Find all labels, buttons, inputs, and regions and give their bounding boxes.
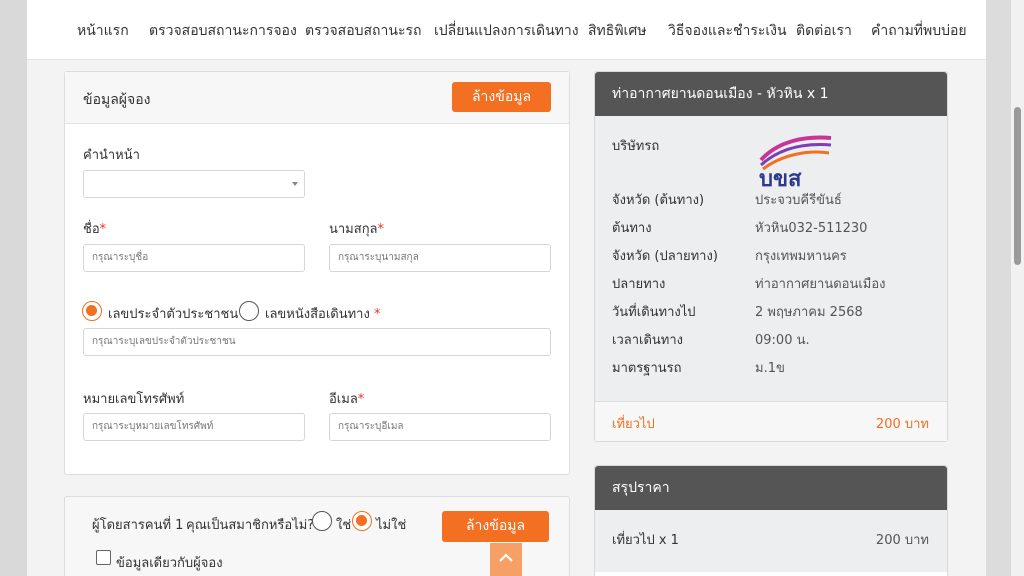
bus-company-logo: บขส (759, 135, 832, 188)
phone-input[interactable]: กรุณาระบุหมายเลขโทรศัพท์ (83, 413, 305, 441)
passport-label: เลขหนังสือเดินทาง * (265, 307, 381, 322)
prefix-label: คำนำหน้า (83, 148, 140, 163)
summary-line-label: เที่ยวไป x 1 (612, 533, 679, 548)
nav-faq[interactable]: คำถามที่พบบ่อย (871, 20, 967, 42)
company-label: บริษัทรถ (612, 139, 660, 154)
trip-details: บริษัทรถ บขส จังหวัด (ต้นทาง) ประจวบคีรี… (595, 116, 947, 401)
trip-info-card: ท่าอากาศยานดอนเมือง - หัวหิน x 1 บริษัทร… (594, 71, 948, 442)
member-question: คุณเป็นสมาชิกหรือไม่? (186, 518, 315, 533)
passport-radio[interactable] (239, 301, 259, 321)
trip-price-row: เที่ยวไป 200 บาท (595, 401, 947, 441)
outbound-price: 200 บาท (875, 417, 929, 432)
lastname-label: นามสกุล* (329, 222, 385, 237)
top-navbar: หน้าแรก ตรวจสอบสถานะการจอง ตรวจสอบสถานะร… (27, 0, 986, 60)
trip-row-value: ม.1ข (755, 361, 785, 376)
trip-row-key: ปลายทาง (612, 277, 666, 292)
trip-row-value: ท่าอากาศยานดอนเมือง (755, 277, 886, 292)
nav-how-to-book[interactable]: วิธีจองและชำระเงิน (668, 20, 787, 42)
email-label: อีเมล* (329, 392, 365, 407)
summary-title: สรุปราคา (595, 466, 947, 510)
chevron-down-icon (292, 182, 298, 186)
logo-text: บขส (759, 167, 802, 188)
same-as-booker-checkbox[interactable] (96, 550, 111, 565)
page: หน้าแรก ตรวจสอบสถานะการจอง ตรวจสอบสถานะร… (27, 0, 986, 576)
trip-row-key: ต้นทาง (612, 221, 652, 236)
booker-clear-button[interactable]: ล้างข้อมูล (452, 82, 551, 112)
price-summary-card: สรุปราคา เที่ยวไป x 1 200 บาท (594, 465, 948, 576)
scroll-top-button[interactable] (490, 543, 522, 576)
nav-contact[interactable]: ติดต่อเรา (796, 20, 852, 42)
nav-booking-status[interactable]: ตรวจสอบสถานะการจอง (149, 20, 297, 42)
id-number-input[interactable]: กรุณาระบุเลขประจำตัวประชาชน (83, 328, 551, 356)
page-background-left (0, 0, 27, 576)
nav-home[interactable]: หน้าแรก (77, 20, 129, 42)
firstname-input[interactable]: กรุณาระบุชื่อ (83, 244, 305, 272)
passenger-title: ผู้โดยสารคนที่ 1 (92, 518, 184, 533)
summary-line-price: 200 บาท (875, 533, 929, 548)
trip-row-value: หัวหิน032-511230 (755, 221, 868, 236)
nav-change-trip[interactable]: เปลี่ยนแปลงการเดินทาง (434, 20, 579, 42)
booker-info-card: ข้อมูลผู้จอง ล้างข้อมูล คำนำหน้า ชื่อ* ก… (64, 71, 570, 475)
lastname-input[interactable]: กรุณาระบุนามสกุล (329, 244, 551, 272)
scrollbar[interactable] (1011, 0, 1024, 576)
summary-body: เที่ยวไป x 1 200 บาท (595, 510, 947, 572)
firstname-label: ชื่อ* (83, 222, 107, 237)
id-card-radio[interactable] (82, 301, 102, 321)
passenger-clear-button[interactable]: ล้างข้อมูล (442, 511, 549, 542)
trip-title: ท่าอากาศยานดอนเมือง - หัวหิน x 1 (595, 72, 947, 116)
scrollbar-thumb[interactable] (1014, 107, 1021, 265)
member-yes-radio[interactable] (312, 511, 332, 531)
phone-label: หมายเลขโทรศัพท์ (83, 392, 185, 407)
trip-row-key: วันที่เดินทางไป (612, 305, 696, 320)
trip-row-value: 09:00 น. (755, 333, 810, 348)
trip-row-value: 2 พฤษภาคม 2568 (755, 305, 863, 320)
member-yes-label: ใช่ (336, 518, 352, 533)
member-no-radio[interactable] (352, 511, 372, 531)
chevron-up-icon (499, 553, 513, 562)
trip-row-key: จังหวัด (ต้นทาง) (612, 193, 705, 208)
member-no-label: ไม่ใช่ (376, 518, 407, 533)
prefix-select[interactable] (83, 170, 305, 198)
email-input[interactable]: กรุณาระบุอีเมล (329, 413, 551, 441)
trip-row-key: มาตรฐานรถ (612, 361, 682, 376)
booker-card-header: ข้อมูลผู้จอง ล้างข้อมูล (65, 72, 569, 124)
nav-privileges[interactable]: สิทธิพิเศษ (588, 20, 646, 42)
id-card-label: เลขประจำตัวประชาชน (108, 307, 239, 322)
trip-row-value: ประจวบคีรีขันธ์ (755, 193, 842, 208)
trip-row-key: จังหวัด (ปลายทาง) (612, 249, 718, 264)
trip-row-value: กรุงเทพมหานคร (755, 249, 847, 264)
same-as-booker-label: ข้อมูลเดียวกับผู้จอง (116, 556, 223, 571)
nav-bus-status[interactable]: ตรวจสอบสถานะรถ (305, 20, 421, 42)
trip-row-key: เวลาเดินทาง (612, 333, 683, 348)
booker-title: ข้อมูลผู้จอง (83, 92, 151, 108)
outbound-label: เที่ยวไป (612, 417, 655, 432)
